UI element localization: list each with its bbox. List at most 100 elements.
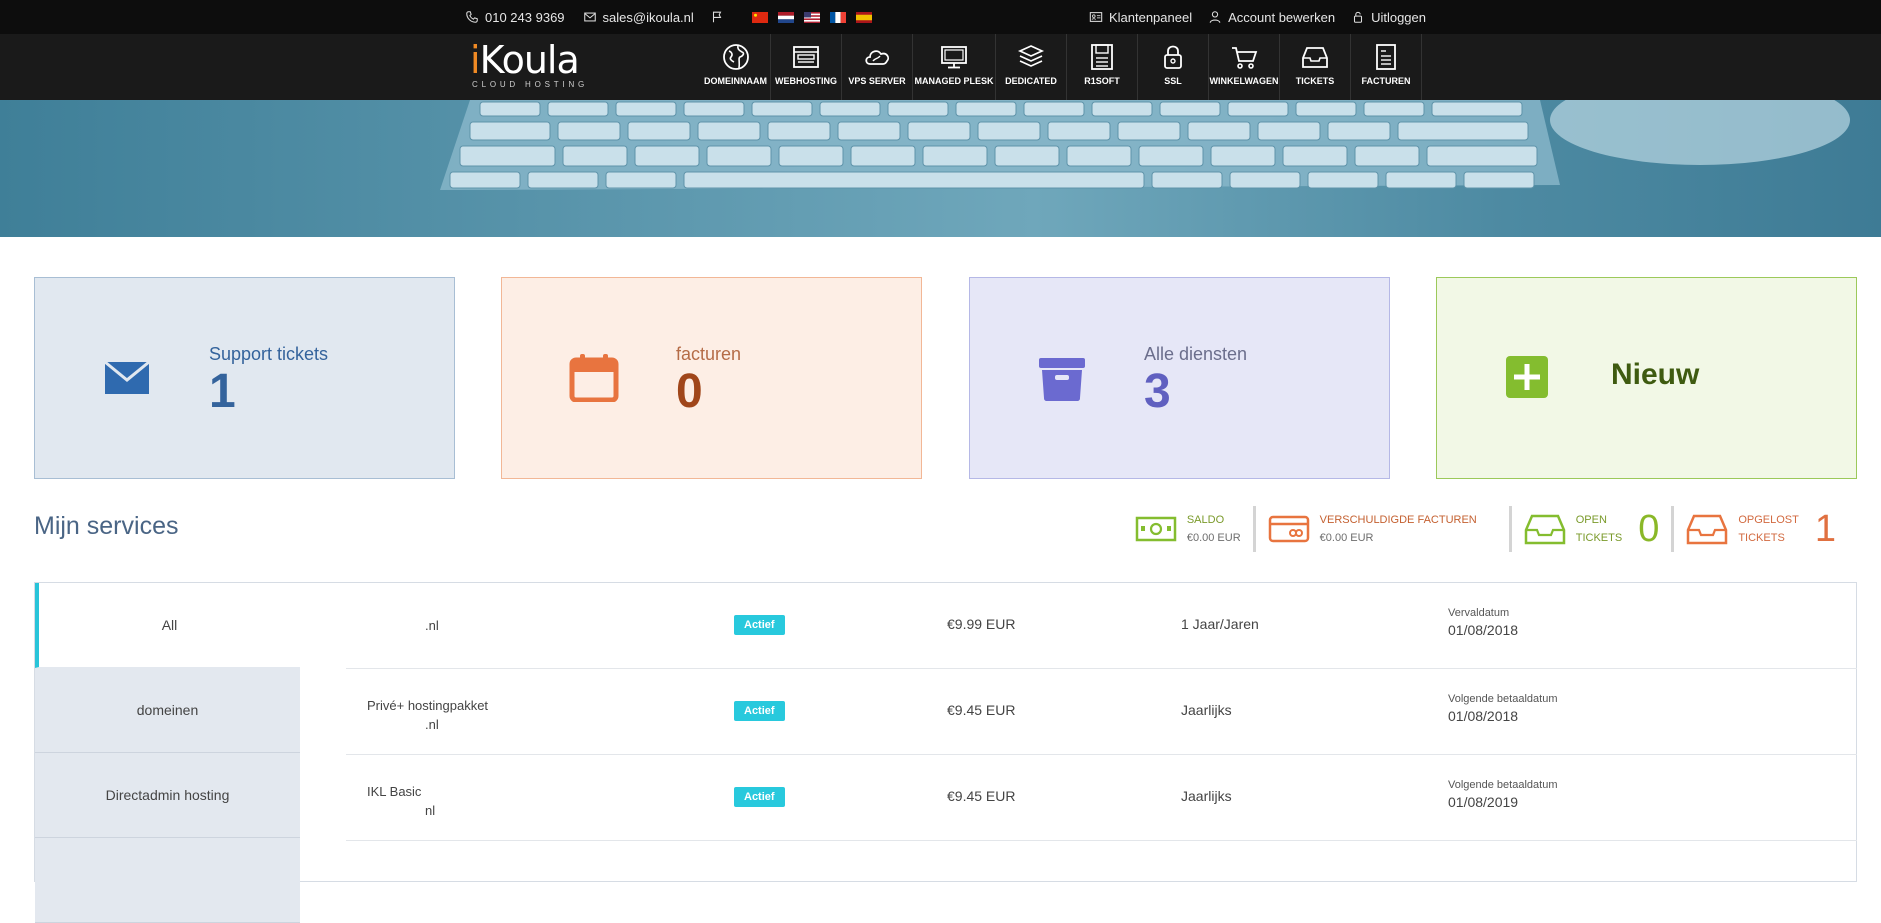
globe-icon <box>722 44 749 70</box>
invoice-document-icon <box>1376 44 1396 70</box>
logo-wordmark: iKoula <box>470 38 580 82</box>
service-date: Volgende betaaldatum 01/08/2018 <box>1448 693 1557 724</box>
service-domain: .nl <box>425 717 439 732</box>
main-navbar: iKoula CLOUD HOSTING DOMEINNAAM WEBHOSTI… <box>0 34 1881 100</box>
id-card-icon <box>1089 12 1103 22</box>
saldo-value: €0.00 EUR <box>1186 532 1241 544</box>
envelope-icon <box>583 12 596 22</box>
date-value: 01/08/2018 <box>1448 708 1519 724</box>
flag-france-icon[interactable] <box>829 11 846 23</box>
top-bar: 010 243 9369 sales@ikoula.nl Klantenpane… <box>0 0 1881 34</box>
tab-directadmin-hosting[interactable]: Directadmin hosting <box>35 753 300 838</box>
phone-contact[interactable]: 010 243 9369 <box>465 10 565 25</box>
account-stats: SALDO €0.00 EUR VERSCHULDIGDE FACTUREN €0.… <box>1123 506 1848 552</box>
inbox-tray-icon <box>1524 514 1565 545</box>
service-name: IKL Basic nl <box>367 782 435 820</box>
nav-label: R1SOFT <box>1084 76 1120 86</box>
solved-line1: OPGELOST <box>1738 514 1799 526</box>
nav-label: WINKELWAGEN <box>1209 76 1279 86</box>
new-label: Nieuw <box>1611 358 1700 391</box>
flag-outline-icon[interactable] <box>710 10 724 24</box>
service-row[interactable]: Privé+ hostingpakket .nl Actief €9.45 EU… <box>346 669 1857 755</box>
card-label: facturen <box>676 344 742 364</box>
saldo-stat[interactable]: SALDO €0.00 EUR <box>1123 506 1253 552</box>
inbox-tray-icon <box>1687 514 1728 545</box>
padlock-icon <box>1164 45 1182 69</box>
new-order-card[interactable]: Nieuw <box>1436 277 1857 479</box>
nav-facturen[interactable]: FACTUREN <box>1351 34 1422 100</box>
nav-vps-server[interactable]: VPS SERVER <box>842 34 913 100</box>
support-tickets-card[interactable]: Support tickets 1 <box>34 277 455 479</box>
status-badge: Actief <box>734 701 785 721</box>
credit-card-icon <box>1268 515 1309 543</box>
tab-more[interactable] <box>35 838 300 923</box>
billing-cycle: Jaarlijks <box>1181 702 1232 718</box>
monitor-icon <box>941 46 967 69</box>
nav-webhosting[interactable]: WEBHOSTING <box>771 34 842 100</box>
nav-label: DOMEINNAAM <box>704 76 767 86</box>
flag-spain-icon[interactable] <box>855 11 872 23</box>
power-lock-icon <box>1354 11 1363 23</box>
invoices-card[interactable]: facturen 0 <box>501 277 922 479</box>
due-value: €0.00 EUR <box>1319 532 1374 544</box>
nav-label: FACTUREN <box>1361 76 1411 86</box>
language-flags <box>751 11 872 23</box>
edit-account-link[interactable]: Account bewerken <box>1208 10 1335 25</box>
client-panel-label: Klantenpaneel <box>1108 9 1193 25</box>
nav-domeinnaam[interactable]: DOMEINNAAM <box>701 34 771 100</box>
email-contact[interactable]: sales@ikoula.nl <box>583 10 694 25</box>
redacted-text <box>367 718 425 733</box>
saldo-label: SALDO <box>1186 514 1225 526</box>
service-domain: .nl <box>425 618 439 633</box>
flag-china-icon[interactable] <box>751 11 768 23</box>
date-label: Volgende betaaldatum <box>1448 693 1558 705</box>
service-date: Volgende betaaldatum 01/08/2019 <box>1448 779 1557 810</box>
solved-line2: TICKETS <box>1738 532 1785 544</box>
logo-tagline: CLOUD HOSTING <box>472 80 589 89</box>
inbox-tray-icon <box>1302 47 1328 68</box>
tab-domeinen[interactable]: domeinen <box>35 668 300 753</box>
service-row[interactable]: .nl Actief €9.99 EUR 1 Jaar/Jaren Verval… <box>346 583 1857 669</box>
due-label: VERSCHULDIGDE FACTUREN <box>1319 514 1477 526</box>
floppy-disk-icon <box>1091 44 1113 70</box>
nav-managed-plesk[interactable]: MANAGED PLESK <box>913 34 996 100</box>
due-invoices-stat[interactable]: VERSCHULDIGDE FACTUREN €0.00 EUR <box>1252 506 1489 552</box>
nav-winkelwagen[interactable]: WINKELWAGEN <box>1209 34 1280 100</box>
services-title: Mijn services <box>34 512 179 540</box>
archive-box-icon <box>1039 358 1085 401</box>
billing-cycle: Jaarlijks <box>1181 788 1232 804</box>
solved-tickets-stat[interactable]: OPGELOST TICKETS 1 <box>1671 506 1848 552</box>
redacted-text <box>367 619 425 634</box>
nav-ssl[interactable]: SSL <box>1138 34 1209 100</box>
ikoula-logo[interactable]: iKoula CLOUD HOSTING <box>470 38 595 94</box>
card-label: Alle diensten <box>1144 344 1248 364</box>
service-name: .nl <box>367 616 439 635</box>
flag-usa-icon[interactable] <box>803 11 820 23</box>
open-line1: OPEN <box>1575 514 1607 526</box>
service-date: Vervaldatum 01/08/2018 <box>1448 607 1518 638</box>
hero-banner-keyboard <box>0 100 1881 237</box>
open-tickets-stat[interactable]: OPEN TICKETS 0 <box>1508 506 1672 552</box>
cloud-icon <box>865 50 890 65</box>
tab-all[interactable]: All <box>35 583 300 668</box>
logout-link[interactable]: Uitloggen <box>1351 10 1426 25</box>
billing-cycle: 1 Jaar/Jaren <box>1181 616 1259 632</box>
solved-tickets-count: 1 <box>1814 507 1836 550</box>
nav-tickets[interactable]: TICKETS <box>1280 34 1351 100</box>
client-panel-link[interactable]: Klantenpaneel <box>1089 10 1192 25</box>
all-services-card[interactable]: Alle diensten 3 <box>969 277 1390 479</box>
card-count: 3 <box>1144 365 1171 418</box>
services-panel: All domeinen Directadmin hosting .nl Act… <box>34 582 1857 923</box>
nav-label: MANAGED PLESK <box>914 76 994 86</box>
date-value: 01/08/2019 <box>1448 794 1519 810</box>
phone-number: 010 243 9369 <box>485 9 565 25</box>
nav-label: DEDICATED <box>1005 76 1057 86</box>
service-price: €9.45 EUR <box>947 702 1016 718</box>
status-badge: Actief <box>734 615 785 635</box>
flag-netherlands-icon[interactable] <box>777 11 794 23</box>
service-row[interactable]: IKL Basic nl Actief €9.45 EUR Jaarlijks … <box>346 755 1857 841</box>
nav-dedicated[interactable]: DEDICATED <box>996 34 1067 100</box>
browser-window-icon <box>793 46 819 68</box>
server-stack-icon <box>1017 45 1045 67</box>
nav-r1soft[interactable]: R1SOFT <box>1067 34 1138 100</box>
